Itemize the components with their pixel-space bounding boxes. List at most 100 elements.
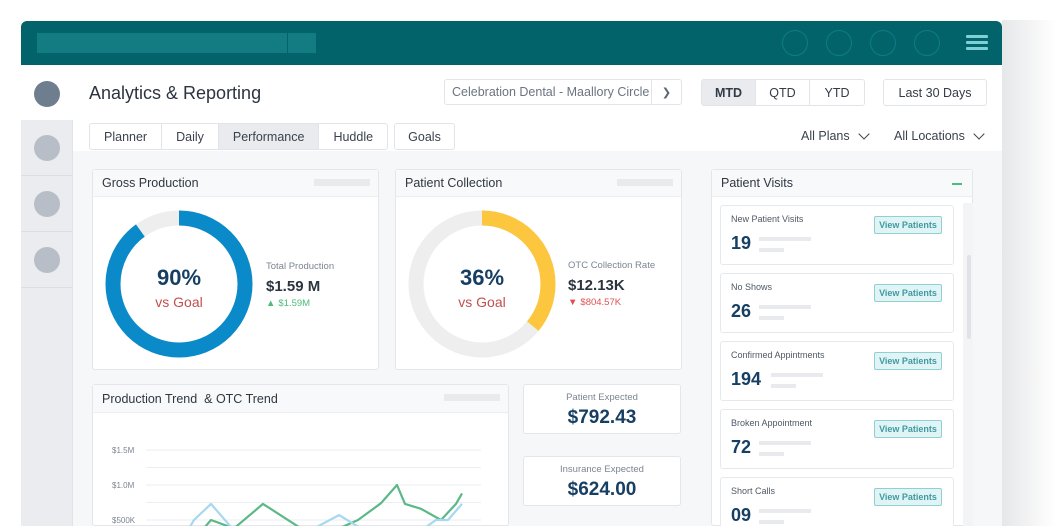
kpi-value: $12.13K	[568, 277, 625, 294]
placeholder-bar	[759, 237, 811, 241]
view-patients-button[interactable]: View Patients	[874, 284, 942, 302]
nav-dot-icon	[34, 191, 60, 217]
tab-performance[interactable]: Performance	[218, 124, 320, 149]
card-title: Gross Production	[102, 176, 199, 190]
goals-button[interactable]: Goals	[394, 123, 455, 150]
card-header: Production Trend & OTC Trend	[93, 385, 508, 413]
scroll-track	[963, 203, 973, 526]
donut-center: 36% vs Goal	[422, 265, 542, 310]
donut-vs-goal: vs Goal	[458, 294, 506, 310]
tab-daily[interactable]: Daily	[162, 124, 219, 149]
triangle-up-icon: ▲	[266, 298, 276, 309]
toolbar-circle-icon-4[interactable]	[914, 30, 940, 56]
view-patients-button[interactable]: View Patients	[874, 352, 942, 370]
gross-production-card: Gross Production 90% vs Goal Total Produ…	[92, 169, 379, 370]
period-toggle: MTD QTD YTD	[701, 79, 865, 106]
trend-chart: $1.5M $1.0M $500K	[112, 446, 481, 526]
nav-dot-icon	[34, 247, 60, 273]
visit-count: 09	[731, 505, 752, 525]
sidebar-nav	[21, 120, 73, 526]
delta-value: $1.59M	[278, 298, 311, 309]
placeholder-bar	[759, 441, 811, 445]
visit-item: Short Calls 09 View Patients	[720, 477, 954, 526]
series-line-otc-trend	[189, 502, 463, 526]
card-header: Patient Collection	[396, 170, 681, 197]
period-qtd[interactable]: QTD	[756, 80, 810, 105]
toolbar-circle-icon-2[interactable]	[826, 30, 852, 56]
chevron-down-icon	[973, 127, 985, 140]
nav-dot-icon	[34, 135, 60, 161]
period-mtd[interactable]: MTD	[702, 80, 756, 105]
collapse-icon[interactable]	[952, 183, 962, 185]
placeholder-bar	[759, 316, 784, 320]
card-header: Patient Visits	[712, 170, 972, 197]
kpi-label: Total Production	[266, 261, 335, 272]
sidebar	[21, 65, 73, 526]
placeholder-bar	[759, 509, 811, 513]
insurance-expected-value: $624.00	[567, 479, 637, 500]
sidebar-item-3[interactable]	[21, 232, 72, 288]
date-range-button[interactable]: Last 30 Days	[883, 79, 987, 106]
view-tabs: Planner Daily Performance Huddle	[89, 123, 389, 150]
delta-value: $804.57K	[580, 297, 622, 308]
visit-count: 19	[731, 233, 752, 253]
chevron-down-icon	[857, 127, 870, 140]
tab-planner[interactable]: Planner	[90, 124, 163, 149]
y-tick-label: $1.5M	[112, 446, 135, 455]
scrollbar[interactable]	[967, 255, 971, 339]
placeholder-bar	[771, 373, 823, 377]
patient-expected-card: Patient Expected $792.43	[523, 384, 681, 434]
y-tick-label: $1.0M	[112, 481, 135, 490]
donut-percent: 36%	[459, 265, 505, 290]
header-placeholder	[617, 179, 673, 186]
visit-count: 26	[731, 301, 752, 321]
chevron-down-icon[interactable]: ❯	[651, 80, 681, 104]
visit-item: New Patient Visits 19 View Patients	[720, 205, 954, 265]
locations-filter[interactable]: All Locations	[894, 127, 985, 143]
toolbar-circle-icon-3[interactable]	[870, 30, 896, 56]
patient-expected-value: $792.43	[567, 407, 637, 428]
insurance-expected-card: Insurance Expected $624.00	[523, 456, 681, 506]
kpi-delta: ▼ $804.57K	[568, 297, 655, 308]
toolbar-circle-icon-1[interactable]	[782, 30, 808, 56]
page-title: Analytics & Reporting	[89, 83, 262, 103]
card-header: Gross Production	[93, 170, 378, 197]
visit-label: No Shows	[731, 282, 773, 292]
view-patients-button[interactable]: View Patients	[874, 488, 942, 506]
location-select[interactable]: Celebration Dental - Maallory Circle ❯	[444, 79, 682, 105]
triangle-down-icon: ▼	[568, 297, 578, 308]
donut-vs-goal: vs Goal	[155, 294, 203, 310]
view-patients-button[interactable]: View Patients	[874, 420, 942, 438]
window-shadow	[1002, 20, 1056, 526]
patient-visits-card: Patient Visits New Patient Visits 19 Vie…	[711, 169, 973, 526]
placeholder-bar	[759, 520, 784, 524]
chart-title: Production Trend & OTC Trend	[102, 391, 278, 406]
visit-item: Confirmed Appintments 194 View Patients	[720, 341, 954, 401]
avatar[interactable]	[34, 81, 60, 107]
visit-count: 194	[731, 369, 762, 389]
hamburger-menu-icon[interactable]	[966, 35, 988, 51]
visit-item: Broken Appointment 72 View Patients	[720, 409, 954, 469]
plans-filter-label: All Plans	[801, 129, 850, 143]
card-title: Patient Visits	[721, 176, 794, 190]
sidebar-item-1[interactable]	[21, 120, 72, 176]
period-ytd[interactable]: YTD	[810, 80, 864, 105]
kpi-value: $1.59 M	[266, 278, 321, 295]
kpi-delta: ▲ $1.59M	[266, 298, 334, 309]
locations-filter-label: All Locations	[894, 129, 965, 143]
total-production-kpi: Total Production $1.59 M ▲ $1.59M	[266, 261, 334, 309]
view-patients-button[interactable]: View Patients	[874, 216, 942, 234]
visit-label: New Patient Visits	[731, 214, 804, 224]
brand-placeholder-secondary	[288, 33, 316, 53]
header-placeholder	[314, 179, 370, 186]
visit-count: 72	[731, 437, 752, 457]
brand-placeholder	[37, 33, 287, 53]
placeholder-bar	[759, 248, 784, 252]
sidebar-item-2[interactable]	[21, 176, 72, 232]
visit-label: Broken Appointment	[731, 418, 813, 428]
donut-center: 90% vs Goal	[119, 265, 239, 310]
y-tick-label: $500K	[112, 516, 136, 525]
tab-huddle[interactable]: Huddle	[319, 124, 387, 149]
placeholder-bar	[759, 305, 811, 309]
plans-filter[interactable]: All Plans	[801, 127, 870, 143]
